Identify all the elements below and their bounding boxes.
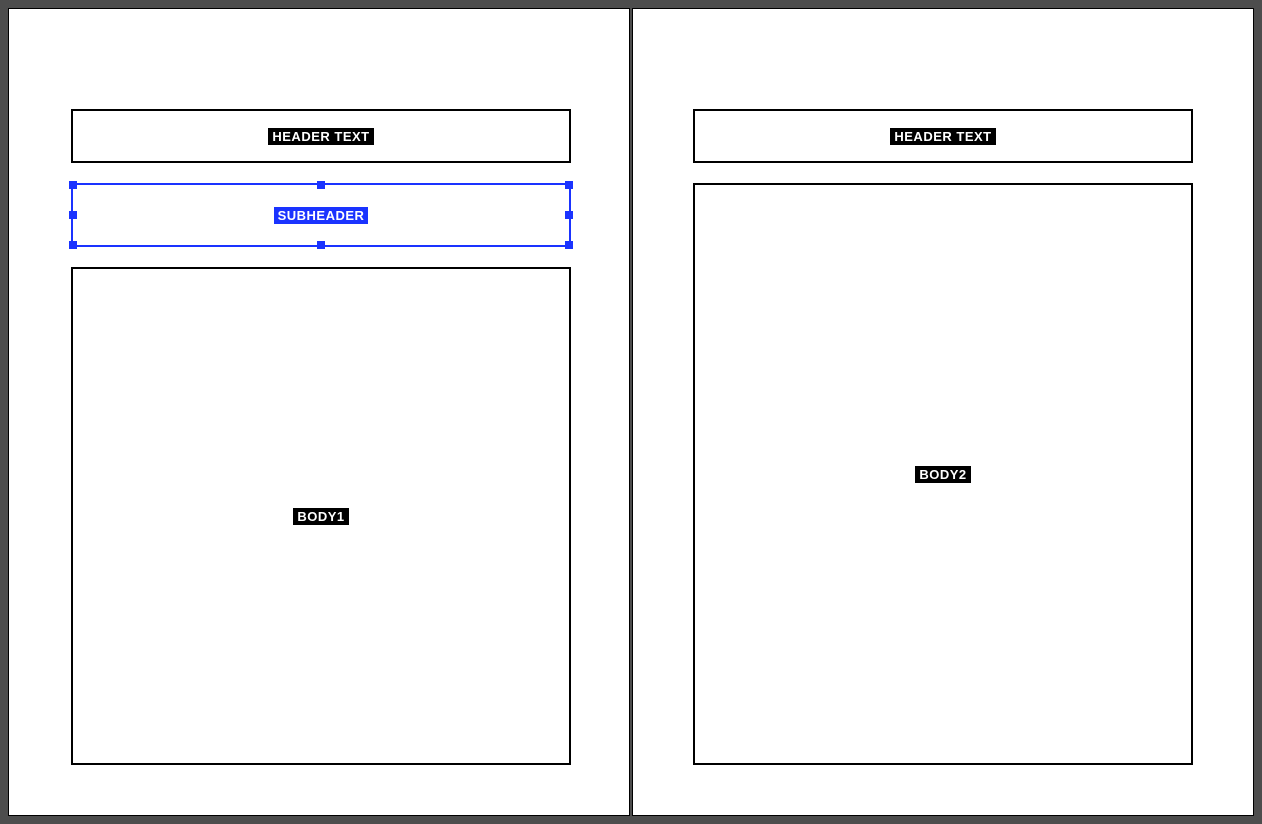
header-frame-label: HEADER TEXT — [268, 128, 373, 145]
body-frame[interactable]: BODY2 — [693, 183, 1193, 765]
body-frame-label: BODY1 — [293, 508, 348, 525]
subheader-frame[interactable]: SUBHEADER — [71, 183, 571, 247]
header-frame-label: HEADER TEXT — [890, 128, 995, 145]
selection-handle-middle-right[interactable] — [565, 211, 573, 219]
selection-handle-middle-left[interactable] — [69, 211, 77, 219]
selection-handle-top-right[interactable] — [565, 181, 573, 189]
header-frame[interactable]: HEADER TEXT — [71, 109, 571, 163]
page-2[interactable]: HEADER TEXT BODY2 — [632, 8, 1254, 816]
body-frame[interactable]: BODY1 — [71, 267, 571, 765]
header-frame[interactable]: HEADER TEXT — [693, 109, 1193, 163]
selection-handle-top-left[interactable] — [69, 181, 77, 189]
selection-handle-top-center[interactable] — [317, 181, 325, 189]
page-1[interactable]: HEADER TEXT SUBHEADER BODY1 — [8, 8, 630, 816]
selection-handle-bottom-center[interactable] — [317, 241, 325, 249]
selection-handle-bottom-right[interactable] — [565, 241, 573, 249]
subheader-frame-label: SUBHEADER — [274, 207, 369, 224]
body-frame-label: BODY2 — [915, 466, 970, 483]
selection-handle-bottom-left[interactable] — [69, 241, 77, 249]
workspace: HEADER TEXT SUBHEADER BODY1 HEADER TEXT … — [8, 8, 1254, 816]
